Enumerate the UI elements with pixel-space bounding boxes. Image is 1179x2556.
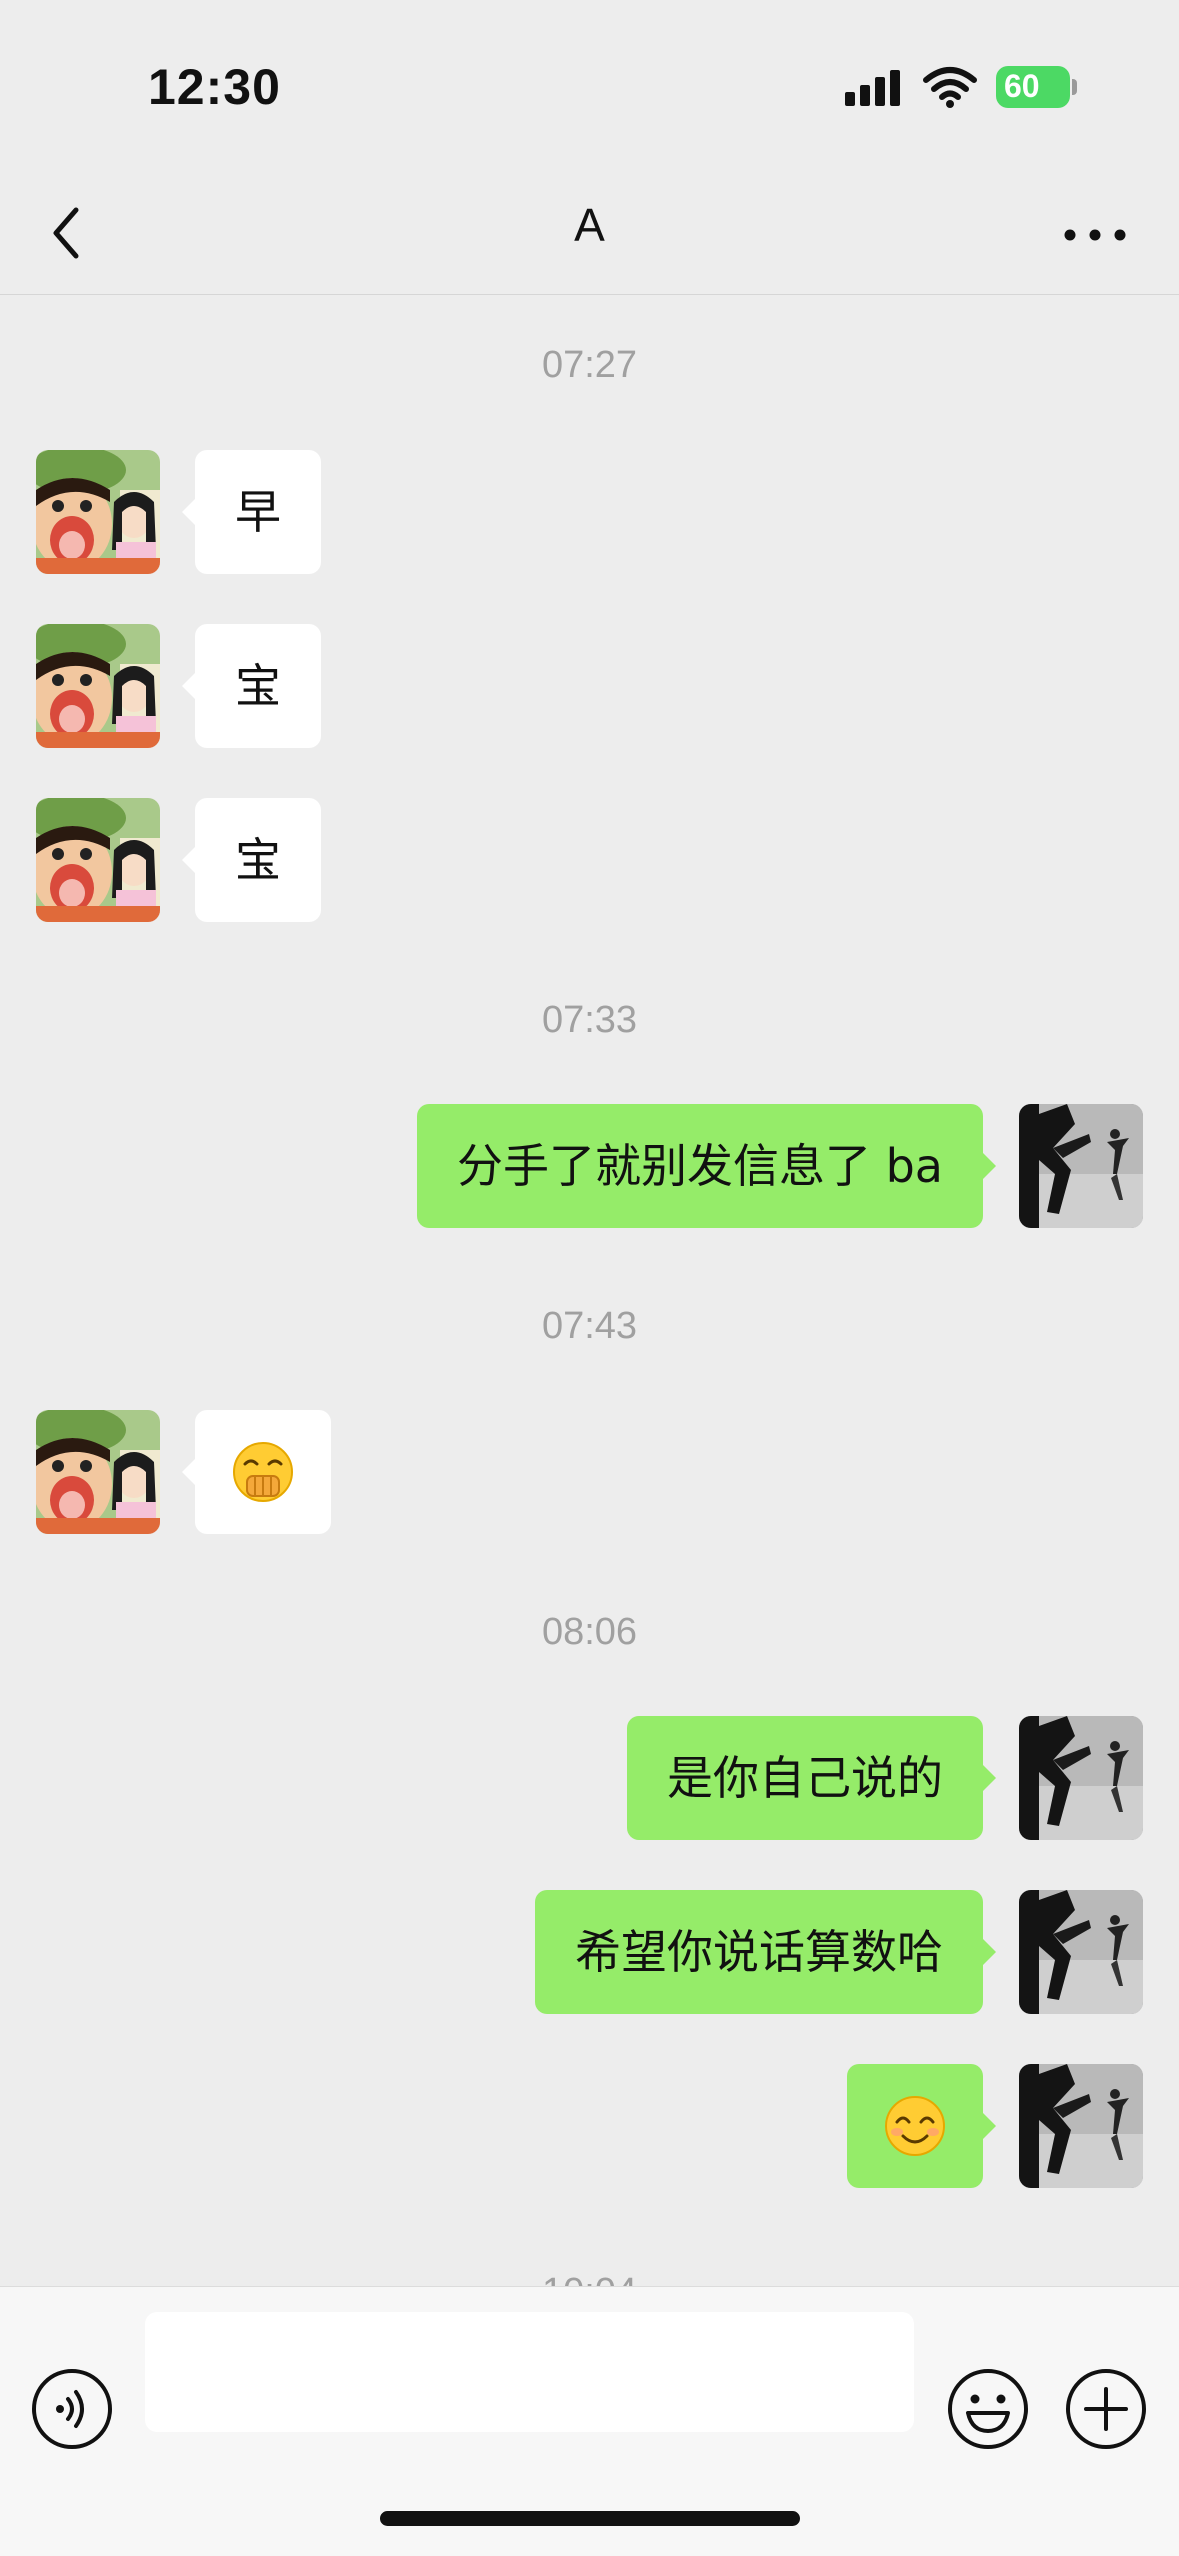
contact-avatar[interactable] — [36, 624, 160, 748]
battery-level: 60 — [996, 66, 1070, 108]
more-options-icon[interactable] — [1060, 210, 1130, 260]
outgoing-message-bubble[interactable]: 希望你说话算数哈 — [535, 1890, 996, 2014]
battery-cap — [1072, 79, 1077, 95]
home-indicator[interactable] — [380, 2511, 800, 2526]
status-time: 12:30 — [148, 59, 281, 115]
status-bar: 12:30 60 — [0, 0, 1179, 170]
incoming-emoji-bubble[interactable] — [182, 1410, 331, 1534]
battery-icon: 60 — [996, 66, 1077, 108]
incoming-message-bubble[interactable]: 早 — [182, 450, 321, 574]
chat-title: A — [574, 199, 605, 251]
incoming-message-bubble[interactable]: 宝 — [182, 624, 321, 748]
my-avatar[interactable] — [1019, 1104, 1143, 1228]
timestamp: 07:27 — [541, 344, 638, 386]
incoming-message-bubble[interactable]: 宝 — [182, 798, 321, 922]
chat-header: A — [0, 170, 1179, 295]
contact-avatar[interactable] — [36, 450, 160, 574]
smile-emoji-icon — [883, 2094, 947, 2158]
my-avatar[interactable] — [1019, 1890, 1143, 2014]
cellular-signal-icon — [845, 70, 900, 106]
voice-input-icon[interactable] — [30, 2367, 114, 2451]
contact-avatar[interactable] — [36, 1410, 160, 1534]
smirk-emoji-icon — [231, 1440, 295, 1504]
my-avatar[interactable] — [1019, 2064, 1143, 2188]
contact-avatar[interactable] — [36, 798, 160, 922]
message-input[interactable] — [145, 2312, 914, 2432]
timestamp-partial: 10:04 — [0, 2262, 1179, 2288]
my-avatar[interactable] — [1019, 1716, 1143, 1840]
outgoing-message-bubble[interactable]: 分手了就别发信息了 ba — [416, 1104, 997, 1228]
emoji-picker-icon[interactable] — [946, 2367, 1030, 2451]
wifi-icon — [923, 67, 977, 108]
timestamp: 10:04 — [542, 2262, 637, 2288]
outgoing-message-bubble[interactable]: 是你自己说的 — [627, 1716, 996, 1840]
timestamp: 07:43 — [541, 1305, 638, 1347]
timestamp: 08:06 — [541, 1611, 638, 1653]
timestamp: 07:33 — [541, 999, 638, 1041]
add-plus-icon[interactable] — [1064, 2367, 1148, 2451]
battery-percentage: 60 — [1004, 68, 1040, 104]
outgoing-emoji-bubble[interactable] — [847, 2064, 996, 2188]
